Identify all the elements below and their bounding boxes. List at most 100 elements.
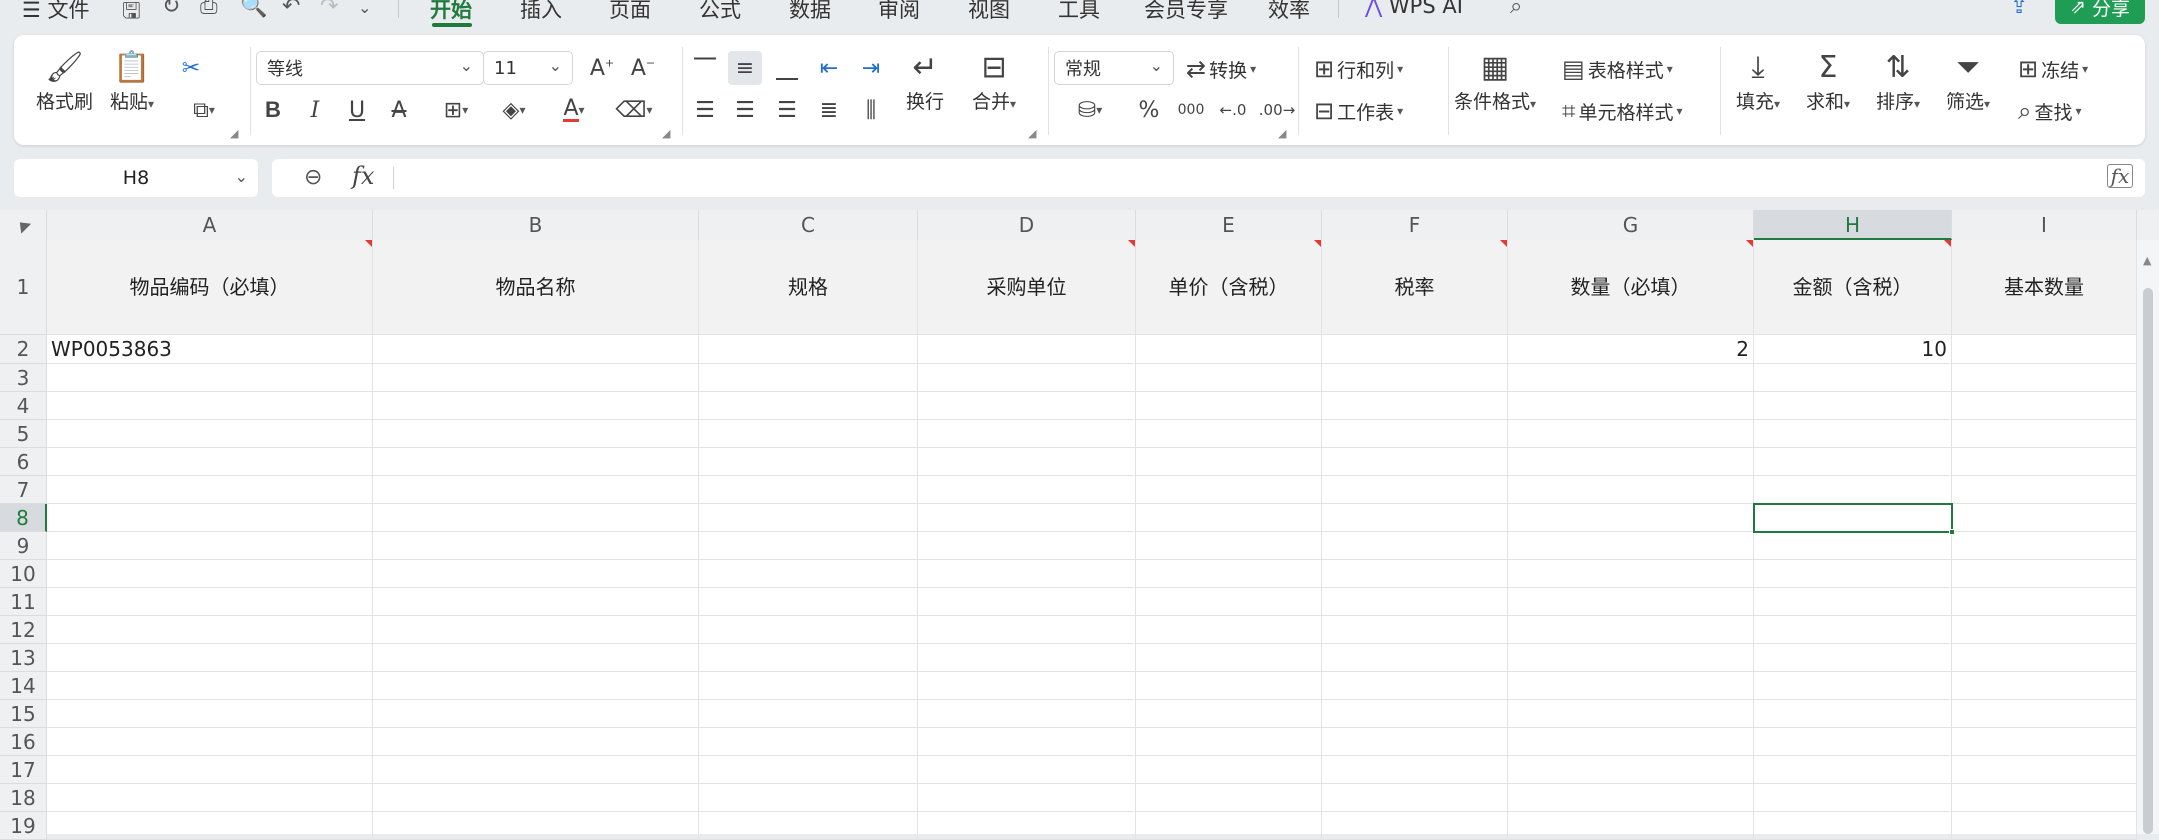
cell-g2[interactable]: 2 <box>1508 335 1754 364</box>
cell-e4[interactable] <box>1136 392 1322 420</box>
cell-f19[interactable] <box>1322 812 1508 840</box>
cell-d1[interactable]: 采购单位 <box>918 240 1136 335</box>
cell-d7[interactable] <box>918 476 1136 504</box>
comment-marker-icon[interactable] <box>1746 240 1753 247</box>
formula-bar[interactable]: ⊖ fx fx <box>272 159 2145 197</box>
column-header-h[interactable]: H <box>1754 210 1952 240</box>
cell-g8[interactable] <box>1508 504 1754 532</box>
tab-page[interactable]: 页面 <box>609 0 651 24</box>
cell-b15[interactable] <box>373 700 699 728</box>
row-header-3[interactable]: 3 <box>0 364 47 392</box>
cell-f8[interactable] <box>1322 504 1508 532</box>
column-header-g[interactable]: G <box>1508 210 1754 240</box>
decrease-decimal-button[interactable]: .00→ <box>1259 93 1295 127</box>
font-size-select[interactable]: 11 ⌄ <box>483 51 573 85</box>
zoom-lens-icon[interactable]: ⊖ <box>304 165 322 190</box>
increase-indent-button[interactable]: ⇥ <box>854 51 888 85</box>
cell-c16[interactable] <box>699 728 918 756</box>
cell-i9[interactable] <box>1952 532 2137 560</box>
cell-c14[interactable] <box>699 672 918 700</box>
comment-marker-icon[interactable] <box>365 240 372 247</box>
cell-e18[interactable] <box>1136 784 1322 812</box>
distribute-button[interactable]: ⫼ <box>854 93 888 127</box>
cell-f18[interactable] <box>1322 784 1508 812</box>
cell-d9[interactable] <box>918 532 1136 560</box>
cell-i16[interactable] <box>1952 728 2137 756</box>
cell-f16[interactable] <box>1322 728 1508 756</box>
cell-e17[interactable] <box>1136 756 1322 784</box>
tab-review[interactable]: 审阅 <box>878 0 920 24</box>
tab-view[interactable]: 视图 <box>968 0 1010 24</box>
cell-h17[interactable] <box>1754 756 1952 784</box>
cell-i5[interactable] <box>1952 420 2137 448</box>
column-header-f[interactable]: F <box>1322 210 1508 240</box>
cut-button[interactable]: ✂ <box>174 51 208 85</box>
cell-a10[interactable] <box>47 560 373 588</box>
fill-color-button[interactable]: ◈ ▾ <box>488 93 540 127</box>
cell-e2[interactable] <box>1136 335 1322 364</box>
cell-i10[interactable] <box>1952 560 2137 588</box>
cell-b11[interactable] <box>373 588 699 616</box>
cell-b13[interactable] <box>373 644 699 672</box>
row-header-1[interactable]: 1 <box>0 240 47 335</box>
row-header-17[interactable]: 17 <box>0 756 47 784</box>
cell-f12[interactable] <box>1322 616 1508 644</box>
row-header-4[interactable]: 4 <box>0 392 47 420</box>
row-header-11[interactable]: 11 <box>0 588 47 616</box>
cell-d16[interactable] <box>918 728 1136 756</box>
cell-h2[interactable]: 10 <box>1754 335 1952 364</box>
row-header-12[interactable]: 12 <box>0 616 47 644</box>
cell-i18[interactable] <box>1952 784 2137 812</box>
cell-g19[interactable] <box>1508 812 1754 840</box>
cell-h12[interactable] <box>1754 616 1952 644</box>
cell-c18[interactable] <box>699 784 918 812</box>
vertical-scrollbar[interactable]: ▲ <box>2137 240 2159 834</box>
row-header-6[interactable]: 6 <box>0 448 47 476</box>
align-bottom-button[interactable]: ⎽ <box>770 51 804 85</box>
currency-button[interactable]: ⛁ ▾ <box>1064 93 1116 127</box>
cell-g5[interactable] <box>1508 420 1754 448</box>
cell-g17[interactable] <box>1508 756 1754 784</box>
cell-i13[interactable] <box>1952 644 2137 672</box>
row-header-10[interactable]: 10 <box>0 560 47 588</box>
cell-style-button[interactable]: ⌗ 单元格样式 ▾ <box>1562 97 1683 125</box>
cell-a7[interactable] <box>47 476 373 504</box>
spreadsheet-grid[interactable]: ABCDEFGHI 物品编码（必填） 物品名称 规格 采购单位 单价（含税） 税率 数量（必… <box>0 210 2159 840</box>
cell-i2[interactable] <box>1952 335 2137 364</box>
table-style-button[interactable]: ▤ 表格样式 ▾ <box>1562 55 1673 83</box>
cell-b5[interactable] <box>373 420 699 448</box>
cell-h7[interactable] <box>1754 476 1952 504</box>
align-left-button[interactable]: ☰ <box>688 93 722 127</box>
convert-button[interactable]: ⇄ 转换 ▾ <box>1186 55 1256 83</box>
cell-d15[interactable] <box>918 700 1136 728</box>
cell-c4[interactable] <box>699 392 918 420</box>
cell-i15[interactable] <box>1952 700 2137 728</box>
search-icon[interactable]: ⌕ <box>1510 0 1522 19</box>
align-center-button[interactable]: ☰ <box>728 93 762 127</box>
cell-i3[interactable] <box>1952 364 2137 392</box>
font-name-select[interactable]: 等线 ⌄ <box>256 51 484 85</box>
fill-button[interactable]: ⤓ 填充▾ <box>1736 49 1780 114</box>
row-column-button[interactable]: ⊞ 行和列 ▾ <box>1314 55 1403 83</box>
cell-c11[interactable] <box>699 588 918 616</box>
cell-i1[interactable]: 基本数量 <box>1952 240 2137 335</box>
cell-g9[interactable] <box>1508 532 1754 560</box>
cell-f10[interactable] <box>1322 560 1508 588</box>
cell-g7[interactable] <box>1508 476 1754 504</box>
paste-button[interactable]: 📋 粘贴▾ <box>110 49 154 114</box>
cell-h15[interactable] <box>1754 700 1952 728</box>
row-header-19[interactable]: 19 <box>0 812 47 840</box>
cell-i11[interactable] <box>1952 588 2137 616</box>
cell-h8[interactable] <box>1754 504 1952 532</box>
sort-button[interactable]: ⇅ 排序▾ <box>1876 49 1920 114</box>
cell-h19[interactable] <box>1754 812 1952 840</box>
cell-a19[interactable] <box>47 812 373 840</box>
cell-b18[interactable] <box>373 784 699 812</box>
borders-button[interactable]: ⊞ ▾ <box>430 93 482 127</box>
cell-e13[interactable] <box>1136 644 1322 672</box>
cell-h14[interactable] <box>1754 672 1952 700</box>
cell-i17[interactable] <box>1952 756 2137 784</box>
cell-d11[interactable] <box>918 588 1136 616</box>
cell-g3[interactable] <box>1508 364 1754 392</box>
cell-a13[interactable] <box>47 644 373 672</box>
